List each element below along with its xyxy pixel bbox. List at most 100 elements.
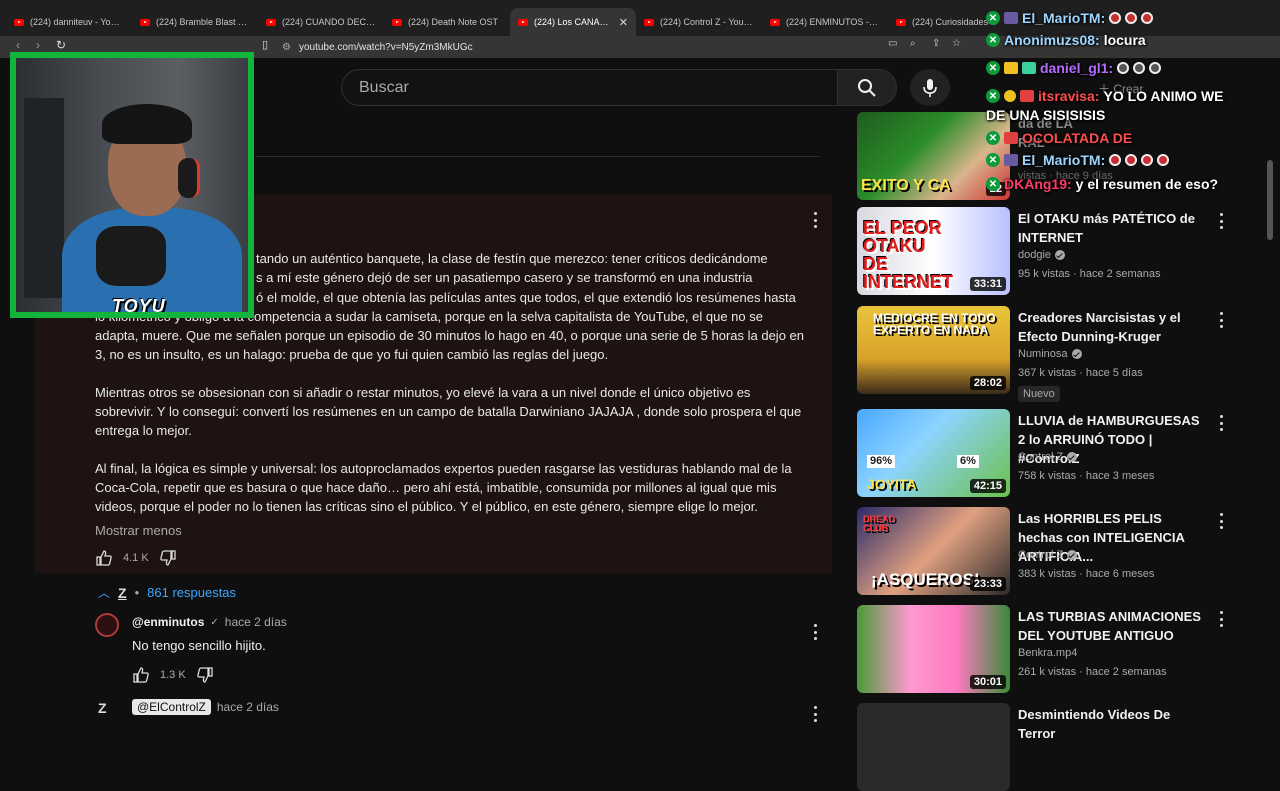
reply-more-icon[interactable] [813, 624, 817, 640]
thumbnail-text: JOYITA [867, 476, 917, 492]
comment-line: 3, no es un insulto, es un halago: prueb… [95, 347, 609, 362]
video-duration: 33:31 [969, 277, 1006, 291]
reply-time[interactable]: hace 2 días [225, 615, 287, 629]
close-tab-icon[interactable]: ✕ [619, 16, 628, 29]
video-duration: 28:02 [969, 376, 1006, 390]
webcam-name-label: TOYU [112, 296, 166, 316]
chat-message: ✕ itsravisa: YO LO ANIMO WE [986, 88, 1224, 104]
related-video[interactable]: Desmintiendo Videos De Terror [857, 703, 1257, 791]
channel-name[interactable]: Control Z [1018, 549, 1078, 561]
reply-author-creator-badge[interactable]: @ElControlZ [132, 699, 211, 715]
gift-badge-icon [1020, 90, 1034, 102]
back-icon[interactable]: ‹ [16, 38, 20, 52]
replies-toggle[interactable]: ︿ Z • 861 respuestas [98, 584, 236, 601]
video-more-icon[interactable] [1219, 513, 1223, 529]
video-meta: 758 k vistas · hace 3 meses [1018, 470, 1155, 482]
youtube-favicon-icon [392, 18, 402, 26]
browser-tab[interactable]: (224) CUANDO DECIDES H [258, 8, 384, 36]
video-meta: 261 k vistas · hace 2 semanas [1018, 666, 1167, 678]
video-more-icon[interactable] [1219, 611, 1223, 627]
youtube-favicon-icon [770, 18, 780, 26]
thumbnail-text: DREAD CLUB [863, 514, 896, 533]
video-more-icon[interactable] [1219, 415, 1223, 431]
emote-icon [1141, 12, 1154, 24]
video-more-icon[interactable] [1219, 312, 1223, 328]
tab-title: (224) Death Note OST [408, 17, 499, 27]
video-title[interactable]: Creadores Narcisistas y el Efecto Dunnin… [1018, 308, 1208, 346]
video-title[interactable]: El OTAKU más PATÉTICO de INTERNET [1018, 209, 1208, 247]
browser-tab[interactable]: (224) danniteuv - YouTube [6, 8, 132, 36]
video-thumbnail[interactable]: 30:01 [857, 605, 1010, 693]
emote-icon [1117, 62, 1130, 74]
video-thumbnail[interactable]: MEDIOCRE EN TODO EXPERTO EN NADA 28:02 [857, 306, 1010, 394]
youtube-favicon-icon [14, 18, 24, 26]
video-title[interactable]: Desmintiendo Videos De Terror [1018, 705, 1208, 743]
forward-icon[interactable]: › [36, 38, 40, 52]
channel-name[interactable]: Benkra.mp4 [1018, 647, 1077, 659]
related-video[interactable]: 96% 6% JOYITA 42:15 LLUVIA de HAMBURGUES… [857, 409, 1257, 499]
dislike-icon[interactable] [196, 666, 214, 684]
video-thumbnail[interactable]: DREAD CLUB ¡ASQUEROS! 23:33 [857, 507, 1010, 595]
related-video[interactable]: 30:01 LAS TURBIAS ANIMACIONES DEL YOUTUB… [857, 605, 1257, 695]
comment-line: s a mí este género dejó de ser un pasati… [256, 270, 753, 285]
comment-more-icon[interactable] [813, 212, 817, 228]
browser-tab[interactable]: (224) Control Z - YouTube [636, 8, 762, 36]
youtube-favicon-icon [518, 18, 528, 26]
video-more-icon[interactable] [1219, 213, 1223, 229]
reply-time[interactable]: hace 2 días [217, 700, 279, 714]
related-video[interactable]: MEDIOCRE EN TODO EXPERTO EN NADA 28:02 C… [857, 306, 1257, 402]
browser-tab[interactable]: (224) ENMINUTOS - YouTu [762, 8, 888, 36]
video-meta: 95 k vistas · hace 2 semanas [1018, 268, 1161, 280]
browser-tab[interactable]: (224) Bramble Blast Super [132, 8, 258, 36]
search-button[interactable] [837, 69, 897, 106]
microphone-icon [96, 226, 166, 286]
voice-search-button[interactable] [910, 69, 950, 106]
search-placeholder: Buscar [359, 78, 409, 96]
emote-icon [1149, 62, 1162, 74]
replies-count: 861 respuestas [147, 585, 237, 600]
bullet-separator: • [134, 585, 140, 600]
zoom-icon[interactable]: ⌕ [910, 38, 916, 49]
chat-username: itsravisa: [1038, 88, 1100, 104]
channel-name[interactable]: dodgie [1018, 249, 1066, 261]
bits-badge-icon [1004, 90, 1016, 102]
youtube-favicon-icon [266, 18, 276, 26]
reload-icon[interactable]: ↻ [56, 38, 66, 52]
browser-tab[interactable]: (224) Death Note OST [384, 8, 510, 36]
search-input[interactable]: Buscar [341, 69, 837, 106]
chat-badge-icon: ✕ [986, 153, 1000, 167]
thumbnail-text: 6% [957, 455, 979, 468]
chat-badge-icon: ✕ [986, 131, 1000, 145]
scrollbar-thumb[interactable] [1267, 160, 1273, 240]
channel-name[interactable]: Control Z [1018, 451, 1078, 463]
video-thumbnail[interactable] [857, 703, 1010, 791]
share-icon[interactable]: ⇪ [932, 38, 940, 49]
reply-header: @enminutos ✓ hace 2 días [132, 615, 287, 629]
comment-actions: 4.1 K [95, 549, 177, 567]
video-title[interactable]: LAS TURBIAS ANIMACIONES DEL YOUTUBE ANTI… [1018, 607, 1208, 645]
reply-author[interactable]: @enminutos [132, 615, 204, 629]
show-less-link[interactable]: Mostrar menos [95, 523, 182, 538]
avatar[interactable] [95, 613, 119, 637]
chat-username: OCOLATADA DE [1022, 130, 1133, 146]
browser-tab-active[interactable]: (224) Los CANALES de ✕ [510, 8, 636, 36]
related-video[interactable]: EL PEOR OTAKU DE INTERNET 33:31 El OTAKU… [857, 207, 1257, 297]
avatar[interactable]: Z [98, 700, 107, 716]
site-info-icon[interactable]: ⚙ [282, 42, 291, 53]
channel-name[interactable]: Numinosa [1018, 348, 1082, 360]
like-icon[interactable] [132, 666, 150, 684]
chat-message: ✕ DKAng19: y el resumen de eso? [986, 176, 1218, 192]
dislike-icon[interactable] [159, 549, 177, 567]
video-thumbnail[interactable]: 96% 6% JOYITA 42:15 [857, 409, 1010, 497]
creator-avatar-small: Z [118, 584, 127, 601]
thumbnail-text: 96% [867, 455, 896, 468]
video-thumbnail[interactable]: EL PEOR OTAKU DE INTERNET 33:31 [857, 207, 1010, 295]
like-icon[interactable] [95, 549, 113, 567]
cast-icon[interactable]: ▭ [888, 38, 897, 49]
chat-badge-icon: ✕ [986, 61, 1000, 75]
comment-line: Mientras otros se obsesionan con si añad… [95, 385, 751, 400]
bookmark-icon[interactable]: ▯ [262, 38, 268, 51]
related-video[interactable]: DREAD CLUB ¡ASQUEROS! 23:33 Las HORRIBLE… [857, 507, 1257, 597]
star-icon[interactable]: ☆ [952, 38, 961, 49]
url-field[interactable]: ⚙ youtube.com/watch?v=N5yZm3MkUGc [282, 38, 982, 56]
